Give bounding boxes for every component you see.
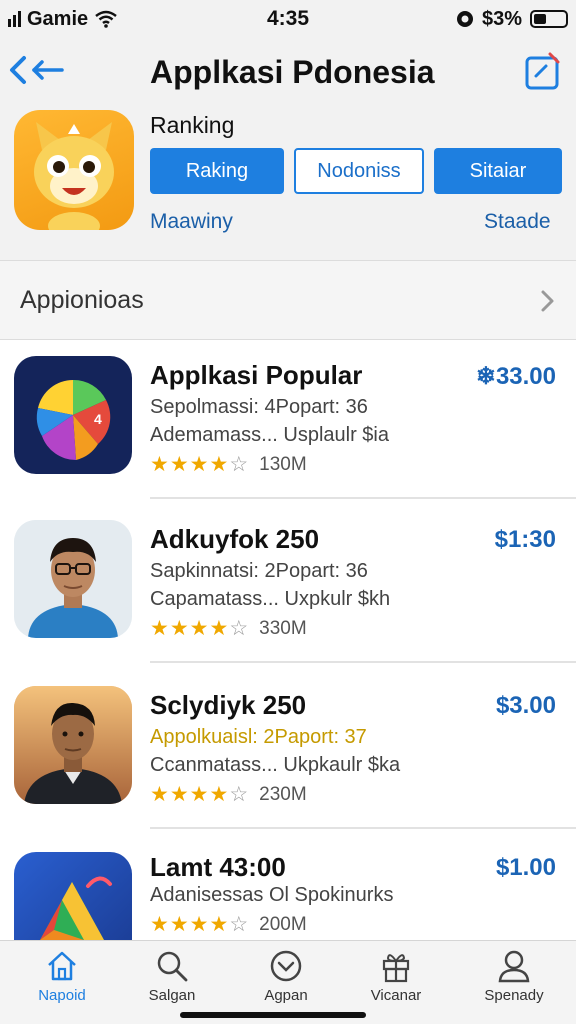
tab-label: Spenady <box>484 987 544 1004</box>
lock-rotation-icon <box>456 11 473 27</box>
app-description: Ccanmatass... Ukpkaulr $ka <box>150 754 401 776</box>
tab-home[interactable]: Napoid <box>14 949 110 1004</box>
pie-chart-icon: 4 <box>14 356 132 474</box>
app-description: Capamatass... Uxpkulr $kh <box>150 588 391 610</box>
nodoniss-button[interactable]: Nodoniss <box>294 148 424 194</box>
home-icon <box>48 951 76 981</box>
app-description: Ademamass... Usplaulr $ia <box>150 424 389 446</box>
rating-count: 200M <box>259 913 307 935</box>
rating-stars: ★★★★☆ <box>150 783 250 806</box>
status-bar: Gamie 4:35 $3% <box>0 0 576 38</box>
tab-profile[interactable]: Spenady <box>466 949 562 1004</box>
battery-percent: $3% <box>481 7 522 30</box>
tab-search[interactable]: Salgan <box>124 949 220 1004</box>
carrier-label: Gamie <box>27 7 89 30</box>
app-rating: ★★★★☆ 200M <box>150 912 307 937</box>
page-title: Applkasi Pdonesia <box>150 54 435 90</box>
gift-icon <box>382 954 410 983</box>
tab-label: Agpan <box>264 987 308 1004</box>
app-title[interactable]: Lamt 43:00 <box>150 852 286 883</box>
section-label: Ranking <box>150 112 235 138</box>
row-divider <box>150 827 576 829</box>
list-item[interactable]: Sclydiyk 250 $3.00 Appolkuaisl: 2Paport:… <box>0 670 576 836</box>
app-rating: ★★★★☆ 330M <box>150 616 307 641</box>
rating-count: 230M <box>259 783 307 805</box>
rating-stars: ★★★★☆ <box>150 617 250 640</box>
app-subtitle: Adanisessas Ol Spokinurks <box>150 884 394 906</box>
app-price[interactable]: $3.00 <box>496 692 556 720</box>
back-button[interactable] <box>6 52 66 88</box>
app-subtitle: Sepolmassi: 4Popart: 36 <box>150 396 368 418</box>
app-rating: ★★★★☆ 130M <box>150 452 307 477</box>
rating-count: 330M <box>259 617 307 639</box>
rating-stars: ★★★★☆ <box>150 453 250 476</box>
person-photo <box>14 686 132 804</box>
wifi-icon <box>95 10 117 28</box>
chevron-right-icon <box>541 290 554 312</box>
svg-text:4: 4 <box>94 411 102 427</box>
category-label: Appionioas <box>20 285 144 314</box>
home-indicator[interactable] <box>180 1012 366 1018</box>
app-price[interactable]: $1:30 <box>495 526 556 554</box>
app-title[interactable]: Sclydiyk 250 <box>150 690 306 721</box>
tab-label: Salgan <box>148 987 196 1004</box>
signal-icon <box>8 11 21 27</box>
sitaiar-button[interactable]: Sitaiar <box>434 148 562 194</box>
app-rating: ★★★★☆ 230M <box>150 782 307 807</box>
category-row[interactable]: Appionioas <box>0 260 576 340</box>
person-glasses-photo <box>14 520 132 638</box>
app-subtitle: Sapkinnatsi: 2Popart: 36 <box>150 560 368 582</box>
app-title[interactable]: Adkuyfok 250 <box>150 524 319 555</box>
ranking-button[interactable]: Raking <box>150 148 284 194</box>
tab-label: Napoid <box>38 987 86 1004</box>
app-header: Applkasi Pdonesia Ranking Raking Nodonis… <box>0 38 576 260</box>
tab-label: Vicanar <box>370 987 422 1004</box>
rating-stars: ★★★★☆ <box>150 913 250 936</box>
app-title[interactable]: Applkasi Popular <box>150 360 362 391</box>
app-price[interactable]: $1.00 <box>496 854 556 882</box>
share-icon[interactable] <box>524 52 562 90</box>
app-price[interactable]: ❄33.00 <box>476 362 556 391</box>
staade-link[interactable]: Staade <box>484 210 551 234</box>
tab-agpan[interactable]: Agpan <box>238 949 334 1004</box>
battery-icon <box>530 10 568 28</box>
app-logo-mascot <box>14 110 134 230</box>
maawiny-link[interactable]: Maawiny <box>150 210 233 234</box>
tab-vicanar[interactable]: Vicanar <box>348 949 444 1004</box>
row-divider <box>150 497 576 499</box>
profile-icon <box>498 950 530 983</box>
rating-count: 130M <box>259 453 307 475</box>
chevron-circle-icon <box>270 950 302 982</box>
row-divider <box>150 661 576 663</box>
search-icon <box>157 951 188 982</box>
app-subtitle: Appolkuaisl: 2Paport: 37 <box>150 726 367 748</box>
list-item[interactable]: Adkuyfok 250 $1:30 Sapkinnatsi: 2Popart:… <box>0 504 576 670</box>
list-item[interactable]: 4 Applkasi Popular ❄33.00 Sepolmassi: 4P… <box>0 340 576 506</box>
